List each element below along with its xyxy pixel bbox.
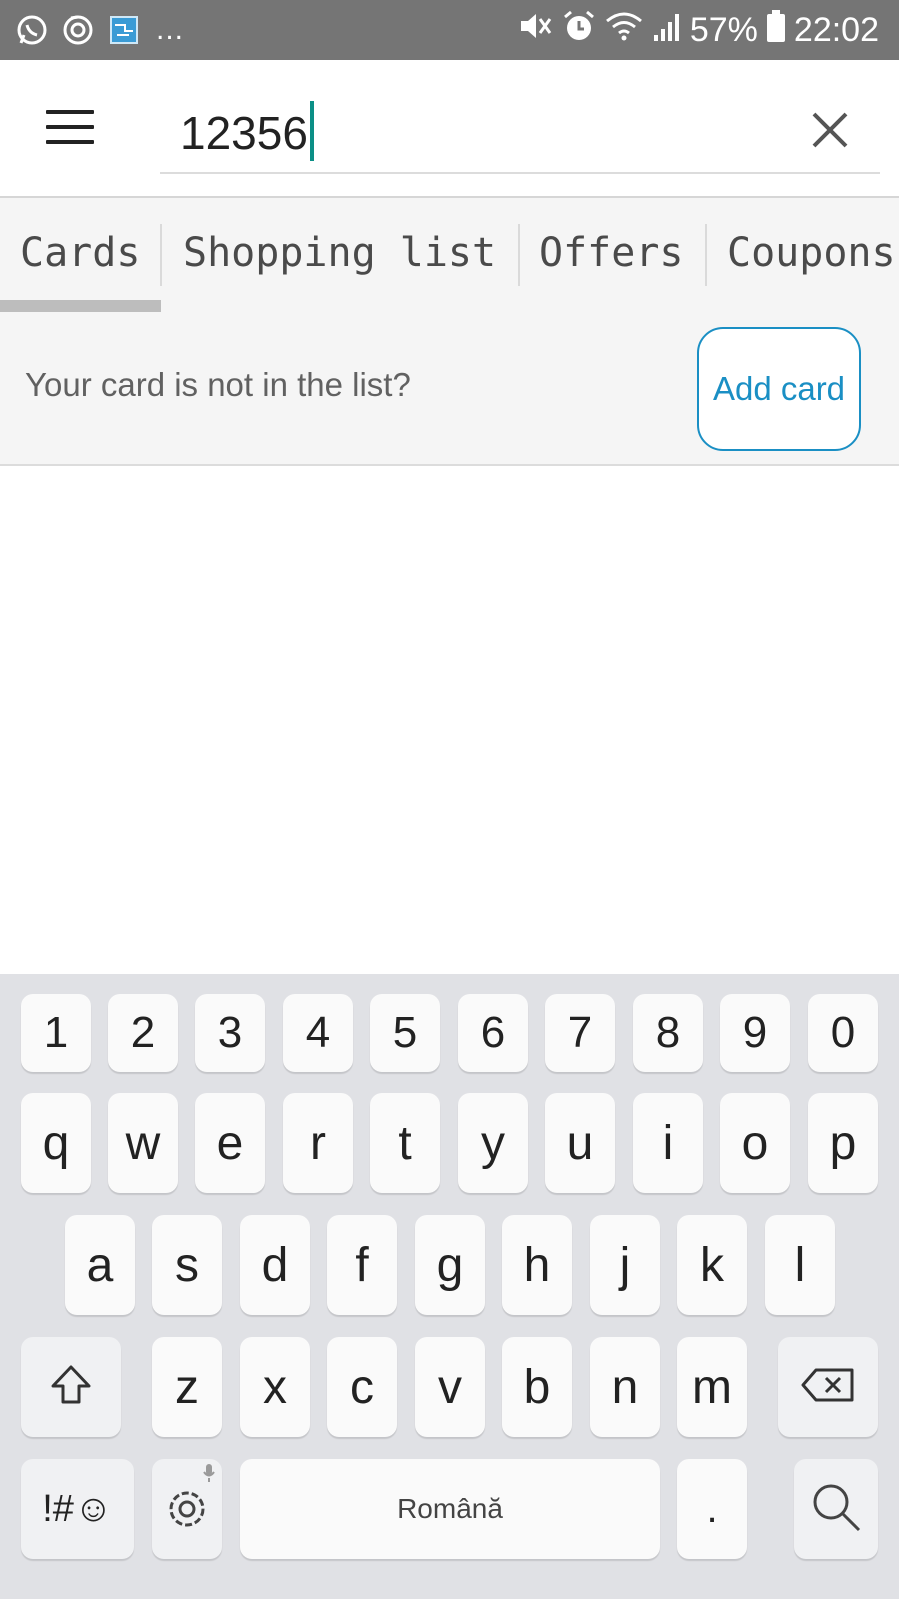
key-7[interactable]: 7 bbox=[545, 994, 615, 1072]
key-u[interactable]: u bbox=[545, 1093, 615, 1193]
tab-shopping-list[interactable]: Shopping list bbox=[183, 220, 496, 286]
app-icon bbox=[106, 12, 142, 48]
key-g[interactable]: g bbox=[415, 1215, 485, 1315]
key-w[interactable]: w bbox=[108, 1093, 178, 1193]
tab-bar: Cards Shopping list Offers Coupons bbox=[0, 198, 899, 314]
key-l[interactable]: l bbox=[765, 1215, 835, 1315]
microphone-icon bbox=[202, 1463, 216, 1488]
mute-icon bbox=[518, 9, 554, 52]
key-x[interactable]: x bbox=[240, 1337, 310, 1437]
signal-icon bbox=[652, 9, 682, 52]
tab-divider bbox=[705, 224, 707, 286]
sync-icon bbox=[60, 12, 96, 48]
key-t[interactable]: t bbox=[370, 1093, 440, 1193]
search-field[interactable]: 12356 bbox=[160, 90, 880, 174]
backspace-icon bbox=[800, 1367, 856, 1408]
text-caret bbox=[309, 101, 314, 161]
key-q[interactable]: q bbox=[21, 1093, 91, 1193]
notification-icons: ... bbox=[14, 12, 184, 48]
key-2[interactable]: 2 bbox=[108, 994, 178, 1072]
key-d[interactable]: d bbox=[240, 1215, 310, 1315]
add-card-banner: Your card is not in the list? Add card bbox=[0, 314, 899, 466]
key-j[interactable]: j bbox=[590, 1215, 660, 1315]
search-input-value: 12356 bbox=[180, 107, 308, 159]
soft-keyboard: 1 2 3 4 5 6 7 8 9 0 q w e r t y u i o p … bbox=[0, 974, 899, 1599]
search-icon bbox=[809, 1480, 863, 1539]
key-s[interactable]: s bbox=[152, 1215, 222, 1315]
tab-label: Cards bbox=[20, 230, 141, 276]
close-icon[interactable] bbox=[805, 105, 855, 155]
key-m[interactable]: m bbox=[677, 1337, 747, 1437]
key-0[interactable]: 0 bbox=[808, 994, 878, 1072]
backspace-key[interactable] bbox=[778, 1337, 878, 1437]
key-3[interactable]: 3 bbox=[195, 994, 265, 1072]
key-p[interactable]: p bbox=[808, 1093, 878, 1193]
tab-cards[interactable]: Cards bbox=[20, 220, 140, 286]
key-y[interactable]: y bbox=[458, 1093, 528, 1193]
shift-key[interactable] bbox=[21, 1337, 121, 1437]
tab-divider bbox=[160, 224, 162, 286]
tab-label: Shopping list bbox=[183, 230, 497, 276]
wifi-icon bbox=[604, 9, 644, 52]
key-k[interactable]: k bbox=[677, 1215, 747, 1315]
add-card-button[interactable]: Add card bbox=[697, 327, 861, 451]
card-missing-prompt: Your card is not in the list? bbox=[25, 366, 411, 403]
key-1[interactable]: 1 bbox=[21, 994, 91, 1072]
tab-coupons[interactable]: Coupons bbox=[727, 220, 896, 286]
space-key[interactable]: Română bbox=[240, 1459, 660, 1559]
key-c[interactable]: c bbox=[327, 1337, 397, 1437]
key-a[interactable]: a bbox=[65, 1215, 135, 1315]
status-bar: ... 57% 22:02 bbox=[0, 0, 899, 60]
keyboard-settings-key[interactable] bbox=[152, 1459, 222, 1559]
key-6[interactable]: 6 bbox=[458, 994, 528, 1072]
selected-tab-indicator bbox=[0, 300, 161, 312]
key-9[interactable]: 9 bbox=[720, 994, 790, 1072]
key-z[interactable]: z bbox=[152, 1337, 222, 1437]
key-o[interactable]: o bbox=[720, 1093, 790, 1193]
key-n[interactable]: n bbox=[590, 1337, 660, 1437]
more-notifications: ... bbox=[156, 13, 185, 46]
key-v[interactable]: v bbox=[415, 1337, 485, 1437]
clock: 22:02 bbox=[793, 11, 879, 49]
keyboard-search-key[interactable] bbox=[794, 1459, 878, 1559]
key-5[interactable]: 5 bbox=[370, 994, 440, 1072]
symbols-key[interactable]: !#☺ bbox=[21, 1459, 134, 1559]
key-4[interactable]: 4 bbox=[283, 994, 353, 1072]
settings-icon bbox=[162, 1482, 212, 1537]
search-header: 12356 bbox=[0, 60, 899, 198]
tab-label: Coupons bbox=[727, 230, 896, 276]
tab-divider bbox=[518, 224, 520, 286]
system-indicators: 57% 22:02 bbox=[518, 9, 879, 52]
battery-icon bbox=[766, 9, 786, 52]
tab-offers[interactable]: Offers bbox=[539, 220, 684, 286]
battery-percent: 57% bbox=[689, 11, 758, 49]
key-i[interactable]: i bbox=[633, 1093, 703, 1193]
search-input[interactable]: 12356 bbox=[180, 100, 314, 166]
tab-label: Offers bbox=[539, 230, 684, 276]
shift-icon bbox=[48, 1362, 94, 1413]
period-key[interactable]: . bbox=[677, 1459, 747, 1559]
key-e[interactable]: e bbox=[195, 1093, 265, 1193]
key-8[interactable]: 8 bbox=[633, 994, 703, 1072]
key-f[interactable]: f bbox=[327, 1215, 397, 1315]
whatsapp-icon bbox=[14, 12, 50, 48]
key-r[interactable]: r bbox=[283, 1093, 353, 1193]
key-h[interactable]: h bbox=[502, 1215, 572, 1315]
alarm-icon bbox=[562, 9, 596, 52]
key-b[interactable]: b bbox=[502, 1337, 572, 1437]
menu-icon[interactable] bbox=[46, 110, 94, 146]
